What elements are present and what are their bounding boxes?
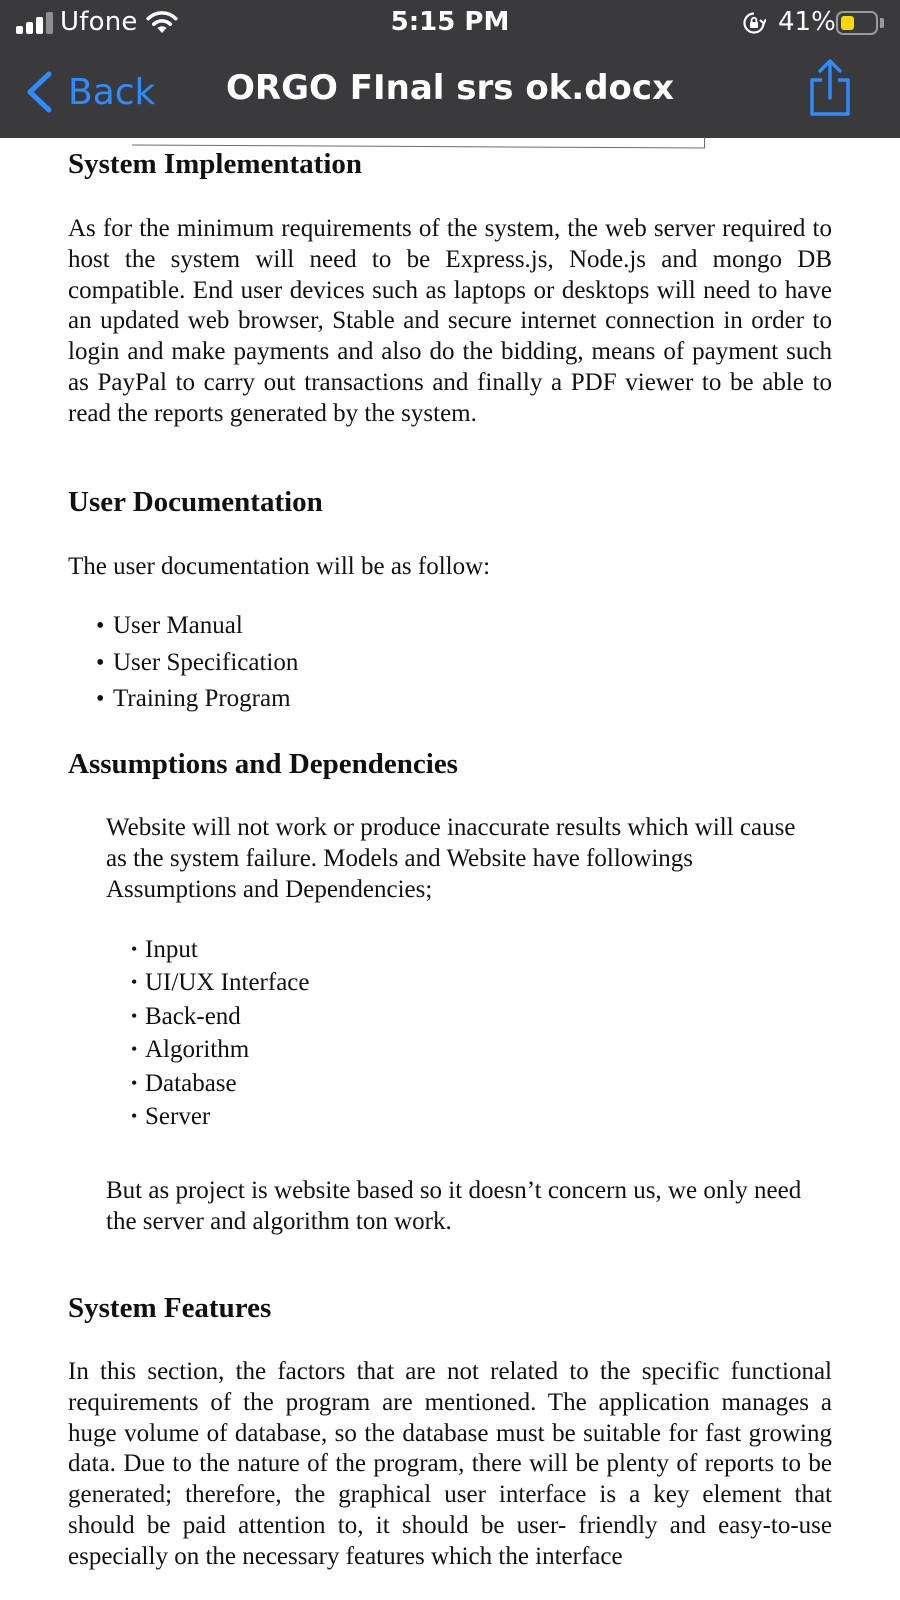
list-item: Server xyxy=(131,1100,310,1133)
paragraph-assumptions-closing: But as project is website based so it do… xyxy=(106,1177,802,1235)
share-icon[interactable] xyxy=(806,58,854,118)
list-item: Database xyxy=(131,1067,310,1100)
battery-percent: 41% xyxy=(778,7,836,37)
paragraph-user-documentation-intro: The user documentation will be as follow… xyxy=(68,553,491,580)
assumptions-list: Input UI/UX Interface Back-end Algorithm… xyxy=(131,933,310,1133)
list-item: Training Program xyxy=(96,681,298,718)
heading-system-features: System Features xyxy=(68,1292,272,1324)
battery-level-fill xyxy=(841,16,854,30)
document-title: ORGO FInal srs ok.docx xyxy=(226,68,674,108)
document-page[interactable]: System Implementation As for the minimum… xyxy=(0,138,900,1600)
list-item: User Manual xyxy=(96,608,298,645)
list-item: Back-end xyxy=(131,1000,310,1033)
list-item: Input xyxy=(131,933,310,966)
top-chrome: Ufone 5:15 PM 41% Back ORGO FInal srs ok… xyxy=(0,0,900,138)
list-item: UI/UX Interface xyxy=(131,966,310,999)
paragraph-system-implementation: As for the minimum requirements of the s… xyxy=(68,215,832,427)
user-documentation-list: User Manual User Specification Training … xyxy=(96,608,298,718)
list-item: Algorithm xyxy=(131,1033,310,1066)
heading-assumptions-dependencies: Assumptions and Dependencies xyxy=(68,748,458,780)
navigation-bar: Back ORGO FInal srs ok.docx xyxy=(0,46,900,138)
paragraph-assumptions: Website will not work or produce inaccur… xyxy=(106,814,796,903)
battery-icon xyxy=(836,11,878,35)
chevron-left-icon xyxy=(27,71,52,113)
heading-user-documentation: User Documentation xyxy=(68,486,323,518)
orientation-lock-icon xyxy=(743,12,766,34)
status-bar: Ufone 5:15 PM 41% xyxy=(0,0,900,46)
battery-terminal xyxy=(880,18,884,28)
list-item: User Specification xyxy=(96,645,298,682)
back-button[interactable]: Back xyxy=(24,64,155,120)
back-label: Back xyxy=(68,71,156,113)
paragraph-system-features: In this section, the factors that are no… xyxy=(68,1358,832,1570)
heading-system-implementation: System Implementation xyxy=(68,148,363,180)
